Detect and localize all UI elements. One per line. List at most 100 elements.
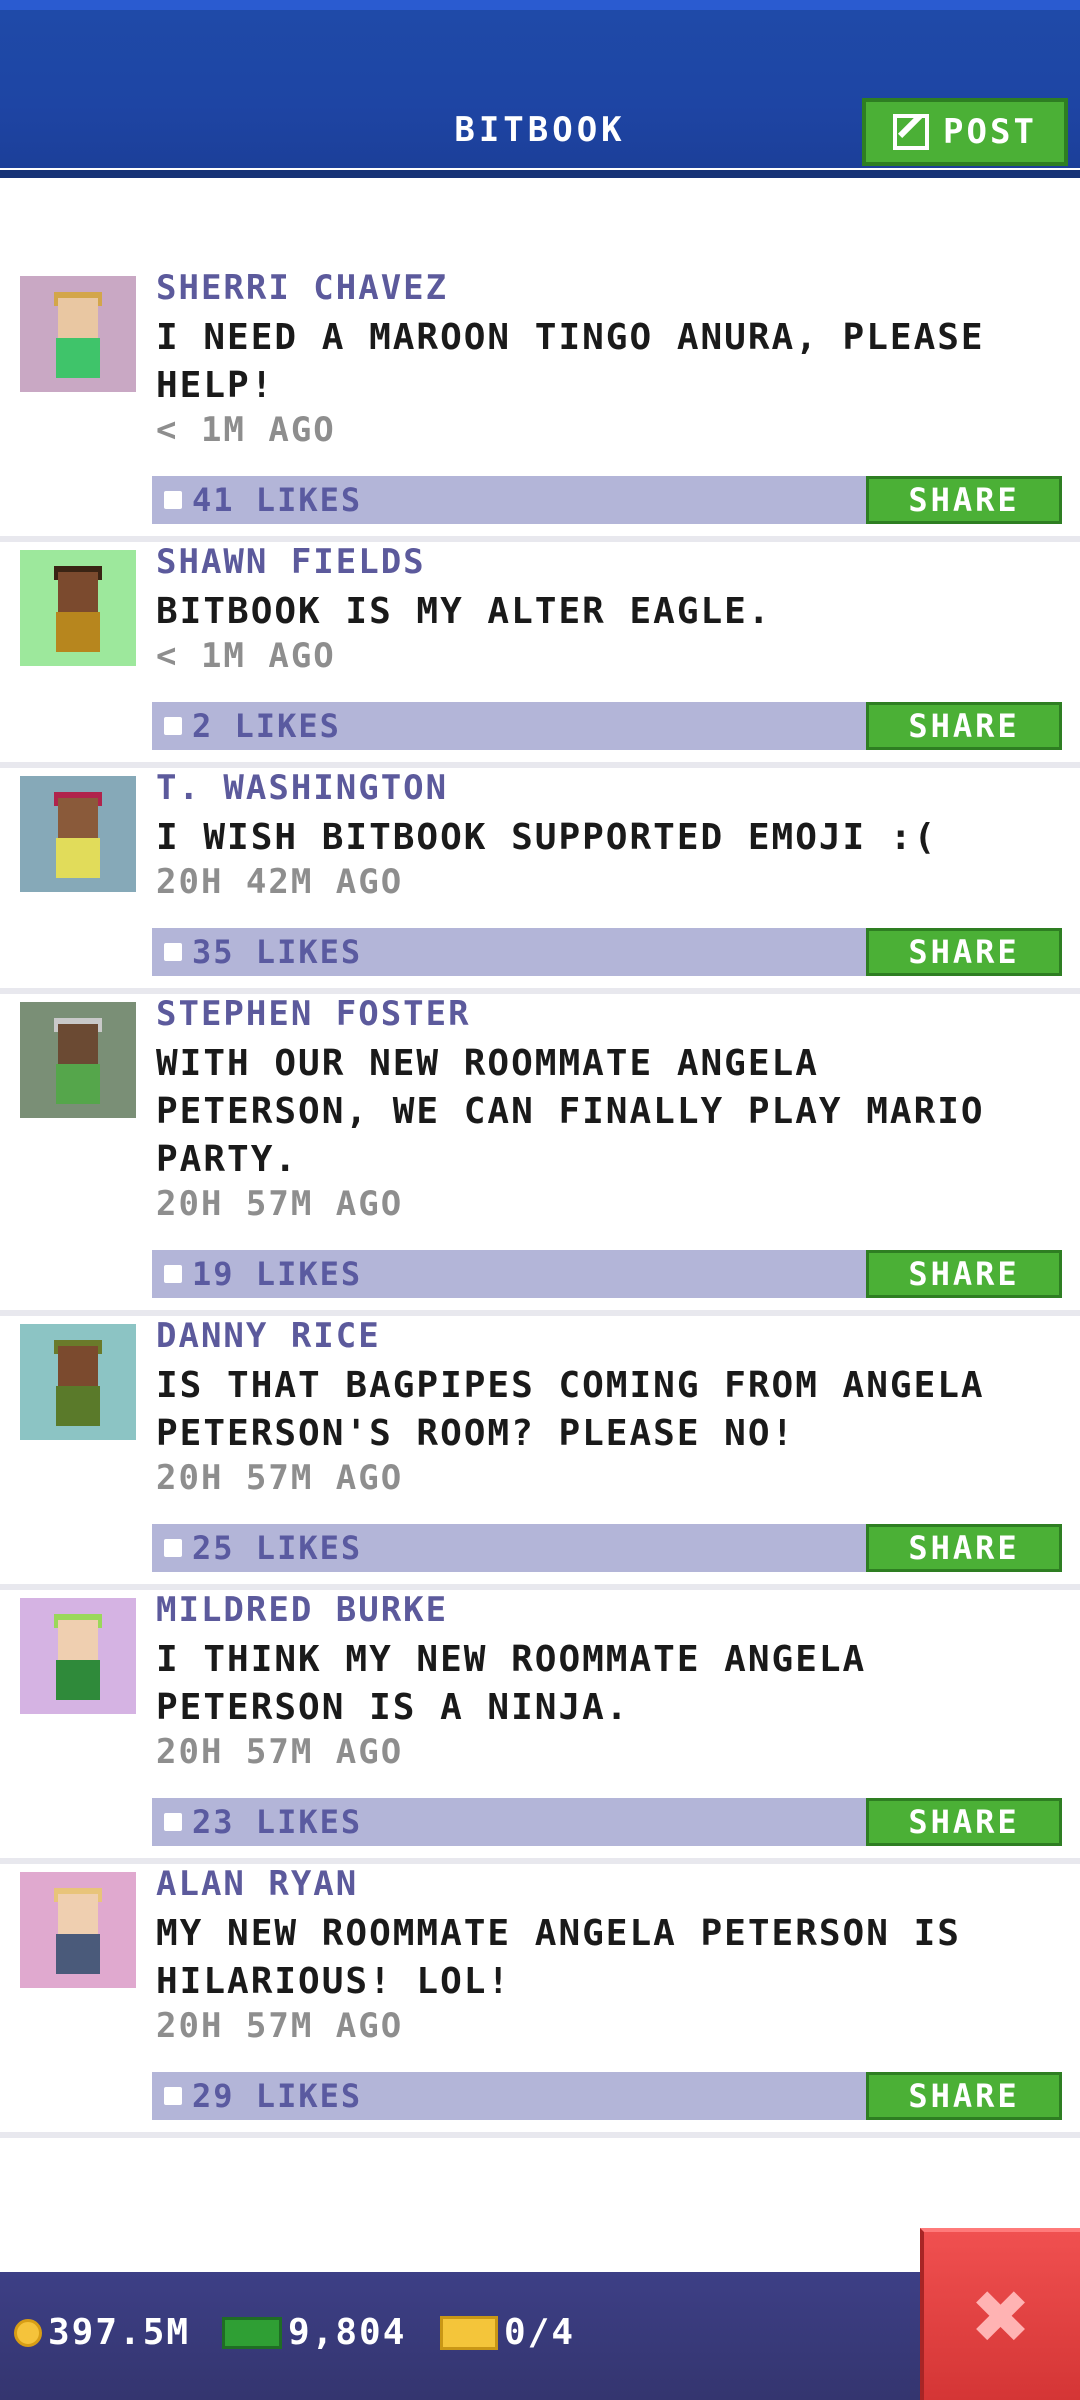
post-author: MILDRED BURKE: [156, 1590, 449, 1630]
thumbs-up-icon: [164, 2087, 182, 2105]
avatar-body: [56, 1386, 100, 1426]
post-author: T. WASHINGTON: [156, 768, 449, 808]
likes-label: 35 LIKES: [192, 933, 363, 971]
post-message-line: I NEED A MAROON TINGO ANURA, PLEASE: [156, 317, 985, 358]
post-timestamp: 20H 57M AGO: [156, 1458, 404, 1498]
share-button[interactable]: SHARE: [866, 1524, 1062, 1572]
thumbs-up-icon: [164, 717, 182, 735]
like-bar: 29 LIKES SHARE: [152, 2072, 1062, 2120]
like-bar: 19 LIKES SHARE: [152, 1250, 1062, 1298]
coins-value: 397.5M: [48, 2312, 191, 2353]
bitbook-feed[interactable]: SHERRI CHAVEZ I NEED A MAROON TINGO ANURA…: [0, 268, 1080, 2138]
status-bar: 397.5M 9,804 0/4: [0, 2272, 1080, 2400]
feed-post: DANNY RICE IS THAT BAGPIPES COMING FROM A…: [0, 1316, 1080, 1590]
thumbs-up-icon: [164, 943, 182, 961]
likes-count[interactable]: 23 LIKES: [152, 1798, 362, 1846]
like-bar: 25 LIKES SHARE: [152, 1524, 1062, 1572]
post-author: SHERRI CHAVEZ: [156, 268, 449, 308]
post-message-line: WITH OUR NEW ROOMMATE ANGELA: [156, 1043, 819, 1084]
feed-post: SHAWN FIELDS BITBOOK IS MY ALTER EAGLE. < …: [0, 542, 1080, 768]
share-label: SHARE: [908, 933, 1020, 971]
share-label: SHARE: [908, 2077, 1020, 2115]
post-timestamp: 20H 57M AGO: [156, 2006, 404, 2046]
post-message-line: MY NEW ROOMMATE ANGELA PETERSON IS: [156, 1913, 961, 1954]
likes-count[interactable]: 41 LIKES: [152, 476, 362, 524]
close-button[interactable]: ✖: [920, 2228, 1080, 2400]
share-button[interactable]: SHARE: [866, 702, 1062, 750]
post-author: STEPHEN FOSTER: [156, 994, 471, 1034]
share-button[interactable]: SHARE: [866, 928, 1062, 976]
avatar-head: [58, 1894, 98, 1934]
feed-post: MILDRED BURKE I THINK MY NEW ROOMMATE ANG…: [0, 1590, 1080, 1864]
post-timestamp: 20H 57M AGO: [156, 1732, 404, 1772]
post-timestamp: < 1M AGO: [156, 636, 336, 676]
post-message-line: PARTY.: [156, 1139, 299, 1180]
likes-count[interactable]: 2 LIKES: [152, 702, 341, 750]
header-divider: [0, 170, 1080, 178]
avatar-head: [58, 1620, 98, 1660]
share-label: SHARE: [908, 707, 1020, 745]
share-label: SHARE: [908, 1803, 1020, 1841]
share-button[interactable]: SHARE: [866, 1250, 1062, 1298]
post-message-line: I WISH BITBOOK SUPPORTED EMOJI :(: [156, 817, 938, 858]
share-button[interactable]: SHARE: [866, 476, 1062, 524]
likes-label: 19 LIKES: [192, 1255, 363, 1293]
ticket-icon: [440, 2315, 498, 2350]
likes-count[interactable]: 25 LIKES: [152, 1524, 362, 1572]
avatar-head: [58, 1024, 98, 1064]
avatar-body: [56, 1934, 100, 1974]
bux-value: 9,804: [288, 2312, 407, 2353]
tickets-stat: 0/4: [440, 2312, 575, 2353]
avatar-body: [56, 1064, 100, 1104]
like-bar: 2 LIKES SHARE: [152, 702, 1062, 750]
share-button[interactable]: SHARE: [866, 1798, 1062, 1846]
avatar-head: [58, 798, 98, 838]
share-label: SHARE: [908, 1529, 1020, 1567]
post-timestamp: < 1M AGO: [156, 410, 336, 450]
post-message-line: PETERSON, WE CAN FINALLY PLAY MARIO: [156, 1091, 985, 1132]
post-message-line: BITBOOK IS MY ALTER EAGLE.: [156, 591, 772, 632]
avatar-head: [58, 298, 98, 338]
post-message-line: PETERSON'S ROOM? PLEASE NO!: [156, 1413, 796, 1454]
coins-stat: 397.5M: [14, 2312, 190, 2353]
app-header: BITBOOK POST: [0, 0, 1080, 178]
close-icon: ✖: [973, 2260, 1031, 2372]
share-label: SHARE: [908, 481, 1020, 519]
likes-count[interactable]: 29 LIKES: [152, 2072, 362, 2120]
avatar: [20, 550, 136, 666]
likes-count[interactable]: 35 LIKES: [152, 928, 362, 976]
likes-label: 29 LIKES: [192, 2077, 363, 2115]
avatar: [20, 1002, 136, 1118]
likes-count[interactable]: 19 LIKES: [152, 1250, 362, 1298]
feed-post: STEPHEN FOSTER WITH OUR NEW ROOMMATE ANGE…: [0, 994, 1080, 1316]
like-bar: 23 LIKES SHARE: [152, 1798, 1062, 1846]
avatar-body: [56, 612, 100, 652]
feed-post: T. WASHINGTON I WISH BITBOOK SUPPORTED EM…: [0, 768, 1080, 994]
post-author: ALAN RYAN: [156, 1864, 359, 1904]
post-timestamp: 20H 57M AGO: [156, 1184, 404, 1224]
feed-post: ALAN RYAN MY NEW ROOMMATE ANGELA PETERSON…: [0, 1864, 1080, 2138]
post-message-line: I THINK MY NEW ROOMMATE ANGELA: [156, 1639, 867, 1680]
edit-icon: [893, 114, 930, 150]
post-message-line: HILARIOUS! LOL!: [156, 1961, 512, 2002]
likes-label: 2 LIKES: [192, 707, 341, 745]
thumbs-up-icon: [164, 1813, 182, 1831]
tickets-value: 0/4: [504, 2312, 576, 2353]
bux-stat: 9,804: [222, 2312, 406, 2353]
avatar-head: [58, 572, 98, 612]
avatar: [20, 276, 136, 392]
share-label: SHARE: [908, 1255, 1020, 1293]
thumbs-up-icon: [164, 1265, 182, 1283]
post-button[interactable]: POST: [862, 98, 1068, 166]
coin-icon: [14, 2318, 42, 2347]
avatar: [20, 1598, 136, 1714]
likes-label: 23 LIKES: [192, 1803, 363, 1841]
avatar: [20, 1872, 136, 1988]
post-author: DANNY RICE: [156, 1316, 381, 1356]
likes-label: 25 LIKES: [192, 1529, 363, 1567]
avatar-body: [56, 838, 100, 878]
share-button[interactable]: SHARE: [866, 2072, 1062, 2120]
avatar-body: [56, 338, 100, 378]
thumbs-up-icon: [164, 491, 182, 509]
post-message-line: IS THAT BAGPIPES COMING FROM ANGELA: [156, 1365, 985, 1406]
